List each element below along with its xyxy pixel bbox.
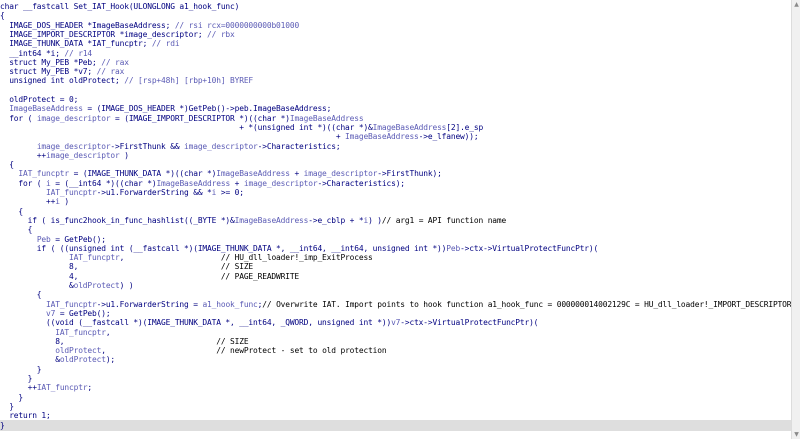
- code-token: ->u1.ForwarderString && *: [96, 188, 212, 197]
- code-variable: oldProtect: [73, 281, 120, 290]
- code-comment: // arg1 = API function name: [381, 215, 507, 225]
- code-variable: ImageBaseAddress: [345, 132, 419, 142]
- code-variable: ImageBaseAddress: [234, 215, 309, 225]
- code-token: ->Characteristics);: [317, 178, 405, 188]
- code-variable: Peb: [446, 243, 461, 253]
- code-token: if ( is_func2hook_in_func_hashlist((_BYT…: [0, 215, 235, 225]
- code-token: char __fastcall Set_IAT_Hook(ULONGLONG a…: [0, 2, 240, 11]
- code-token: >= 0;: [216, 188, 244, 197]
- code-token: ;: [87, 383, 93, 393]
- code-variable: IAT_funcptr: [36, 383, 88, 393]
- code-line[interactable]: }: [0, 419, 791, 431]
- code-variable: // rbx: [207, 29, 235, 39]
- code-comment: // newProtect - set to old protection: [216, 346, 387, 356]
- code-token: }: [0, 420, 5, 430]
- code-line[interactable]: ++image_descriptor ): [0, 150, 129, 161]
- code-variable: // [rsp+48h] [rbp+10h] BYREF: [124, 76, 254, 86]
- code-variable: v7: [391, 318, 401, 328]
- code-comment: // Overwrite IAT. Import points to hook …: [262, 299, 791, 309]
- code-line[interactable]: IAT_funcptr->u1.ForwarderString = a1_hoo…: [0, 299, 791, 310]
- code-token: ->e_cblp + *: [308, 215, 364, 225]
- code-token: ->u1.ForwarderString =: [96, 299, 203, 309]
- code-line[interactable]: if ( is_func2hook_in_func_hashlist((_BYT…: [0, 215, 507, 226]
- code-variable: // rdi: [151, 39, 180, 49]
- code-variable: image_descriptor: [46, 150, 120, 160]
- scroll-up-icon[interactable]: ▲: [793, 1, 800, 8]
- code-token: ->ctx->VirtualProtectFuncPtr)(: [400, 318, 539, 328]
- code-token: ) ): [368, 215, 382, 225]
- code-line[interactable]: unsigned int oldProtect; // [rsp+48h] [r…: [0, 75, 253, 86]
- code-token: ): [119, 150, 129, 160]
- code-token: ) ): [119, 281, 134, 290]
- code-comment: // PAGE_READWRITE: [220, 271, 300, 281]
- code-line[interactable]: char __fastcall Set_IAT_Hook(ULONGLONG a…: [0, 1, 239, 12]
- code-token: ->Characteristics;: [257, 141, 341, 151]
- pseudocode-view[interactable]: char __fastcall Set_IAT_Hook(ULONGLONG a…: [0, 0, 791, 439]
- code-variable: image_descriptor: [184, 141, 258, 151]
- code-token: ->ctx->VirtualProtectFuncPtr)(: [460, 243, 599, 253]
- code-token: ,: [101, 346, 217, 356]
- code-token: ): [59, 197, 70, 207]
- scroll-down-icon[interactable]: ▼: [793, 431, 800, 438]
- code-token: );: [105, 355, 116, 365]
- code-token: ->e_lfanew));: [418, 132, 479, 142]
- code-variable: image_descriptor: [243, 178, 318, 188]
- code-variable: a1_hook_func: [202, 299, 258, 309]
- vertical-scrollbar[interactable]: ▲ ▼: [791, 0, 800, 439]
- code-token: unsigned int oldProtect;: [0, 76, 125, 86]
- code-variable: oldProtect: [59, 355, 106, 365]
